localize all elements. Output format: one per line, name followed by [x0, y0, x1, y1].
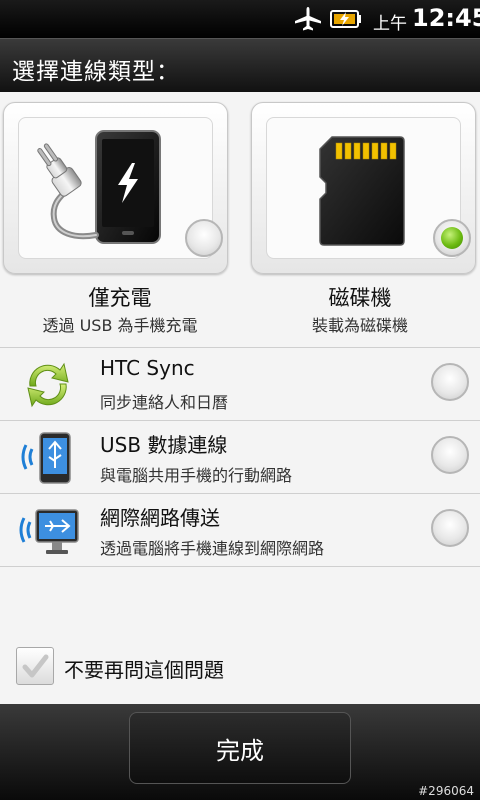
dialog-title: 選擇連線類型：	[12, 59, 180, 85]
htc-sync-radio[interactable]	[431, 363, 469, 401]
charge-only-tile[interactable]	[3, 102, 228, 274]
internet-pass-through-radio[interactable]	[431, 509, 469, 547]
option-row-internet-pass-through[interactable]: 網際網路傳送 透過電腦將手機連線到網際網路	[0, 494, 480, 567]
disk-drive-label: 磁碟機	[328, 286, 392, 310]
status-bar: 上午 12:45	[0, 0, 480, 38]
option-subtitle: 透過電腦將手機連線到網際網路	[100, 539, 325, 558]
watermark: #296064	[418, 784, 474, 798]
battery-charging-icon	[330, 10, 361, 28]
sync-arrows-icon	[27, 362, 69, 408]
option-row-usb-tethering[interactable]: USB 數據連線 與電腦共用手機的行動網路	[0, 421, 480, 494]
connection-type-panel: 僅充電 透過 USB 為手機充電 磁碟機 裝載為磁碟機 HTC Sync 同步連…	[0, 92, 480, 704]
option-subtitle: 與電腦共用手機的行動網路	[100, 466, 293, 485]
status-clock: 12:45	[412, 4, 480, 32]
dialog-title-bar: 選擇連線類型：	[0, 38, 480, 92]
usb-tethering-icon	[21, 432, 71, 484]
option-title: HTC Sync	[100, 356, 195, 380]
charge-only-subtitle: 透過 USB 為手機充電	[42, 316, 198, 335]
done-button[interactable]: 完成	[129, 712, 351, 784]
divider	[0, 566, 480, 567]
checkmark-icon	[22, 654, 49, 678]
charge-only-radio[interactable]	[185, 219, 223, 257]
bottom-action-bar: 完成 #296064	[0, 704, 480, 800]
option-row-htc-sync[interactable]: HTC Sync 同步連絡人和日曆	[0, 348, 480, 421]
status-ampm: 上午	[373, 14, 407, 34]
disk-drive-subtitle: 裝載為磁碟機	[311, 316, 408, 335]
usb-tethering-radio[interactable]	[431, 436, 469, 474]
option-subtitle: 同步連絡人和日曆	[100, 393, 229, 412]
option-title: 網際網路傳送	[100, 506, 220, 530]
charge-only-label: 僅充電	[88, 286, 152, 310]
airplane-icon	[295, 7, 321, 31]
option-title: USB 數據連線	[100, 433, 228, 457]
dont-ask-label: 不要再問這個問題	[64, 658, 224, 682]
dont-ask-checkbox[interactable]	[16, 647, 54, 685]
disk-drive-tile[interactable]	[251, 102, 476, 274]
disk-drive-radio[interactable]	[433, 219, 471, 257]
internet-pass-through-icon	[19, 509, 79, 554]
